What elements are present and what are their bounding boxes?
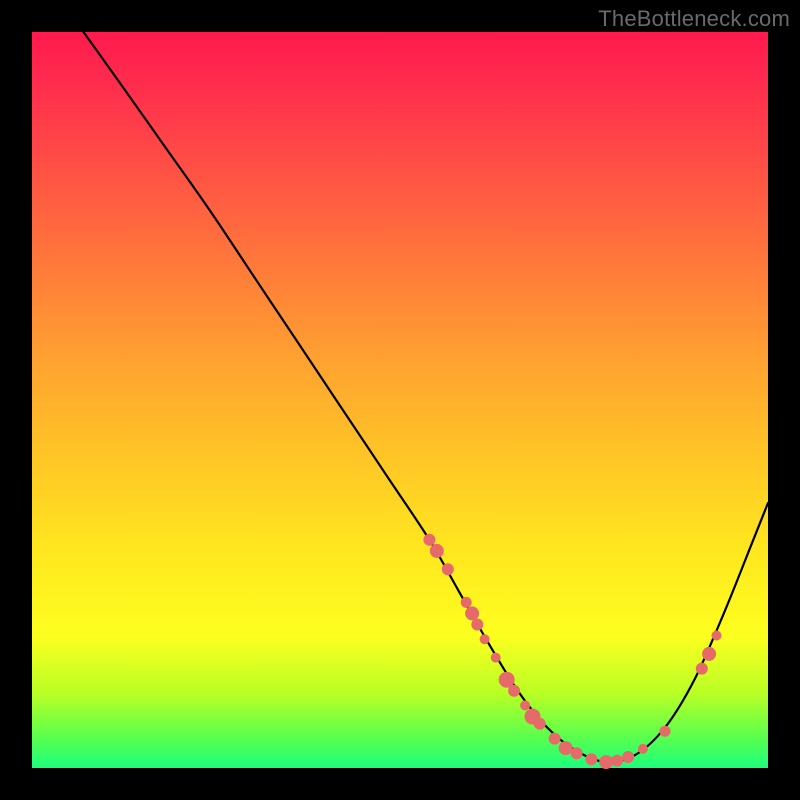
data-marker [702, 647, 716, 661]
data-marker [660, 726, 671, 737]
bottleneck-curve [84, 32, 769, 762]
data-marker [430, 544, 444, 558]
data-marker [559, 741, 573, 755]
data-marker [480, 634, 490, 644]
chart-plot-area [32, 32, 768, 768]
data-marker [508, 685, 520, 697]
data-marker [471, 619, 483, 631]
data-marker [599, 755, 613, 769]
data-marker [491, 653, 501, 663]
data-marker [611, 755, 623, 767]
data-marker [534, 718, 546, 730]
watermark-text: TheBottleneck.com [598, 6, 790, 32]
data-marker [442, 563, 454, 575]
data-marker [423, 534, 435, 546]
data-marker [520, 700, 530, 710]
chart-svg [32, 32, 768, 768]
data-marker [549, 733, 561, 745]
data-marker [461, 597, 472, 608]
data-marker [571, 747, 583, 759]
data-markers [423, 534, 721, 769]
data-marker [465, 606, 479, 620]
data-marker [696, 663, 708, 675]
data-marker [712, 631, 722, 641]
data-marker [585, 753, 597, 765]
data-marker [622, 751, 634, 763]
data-marker [638, 744, 648, 754]
